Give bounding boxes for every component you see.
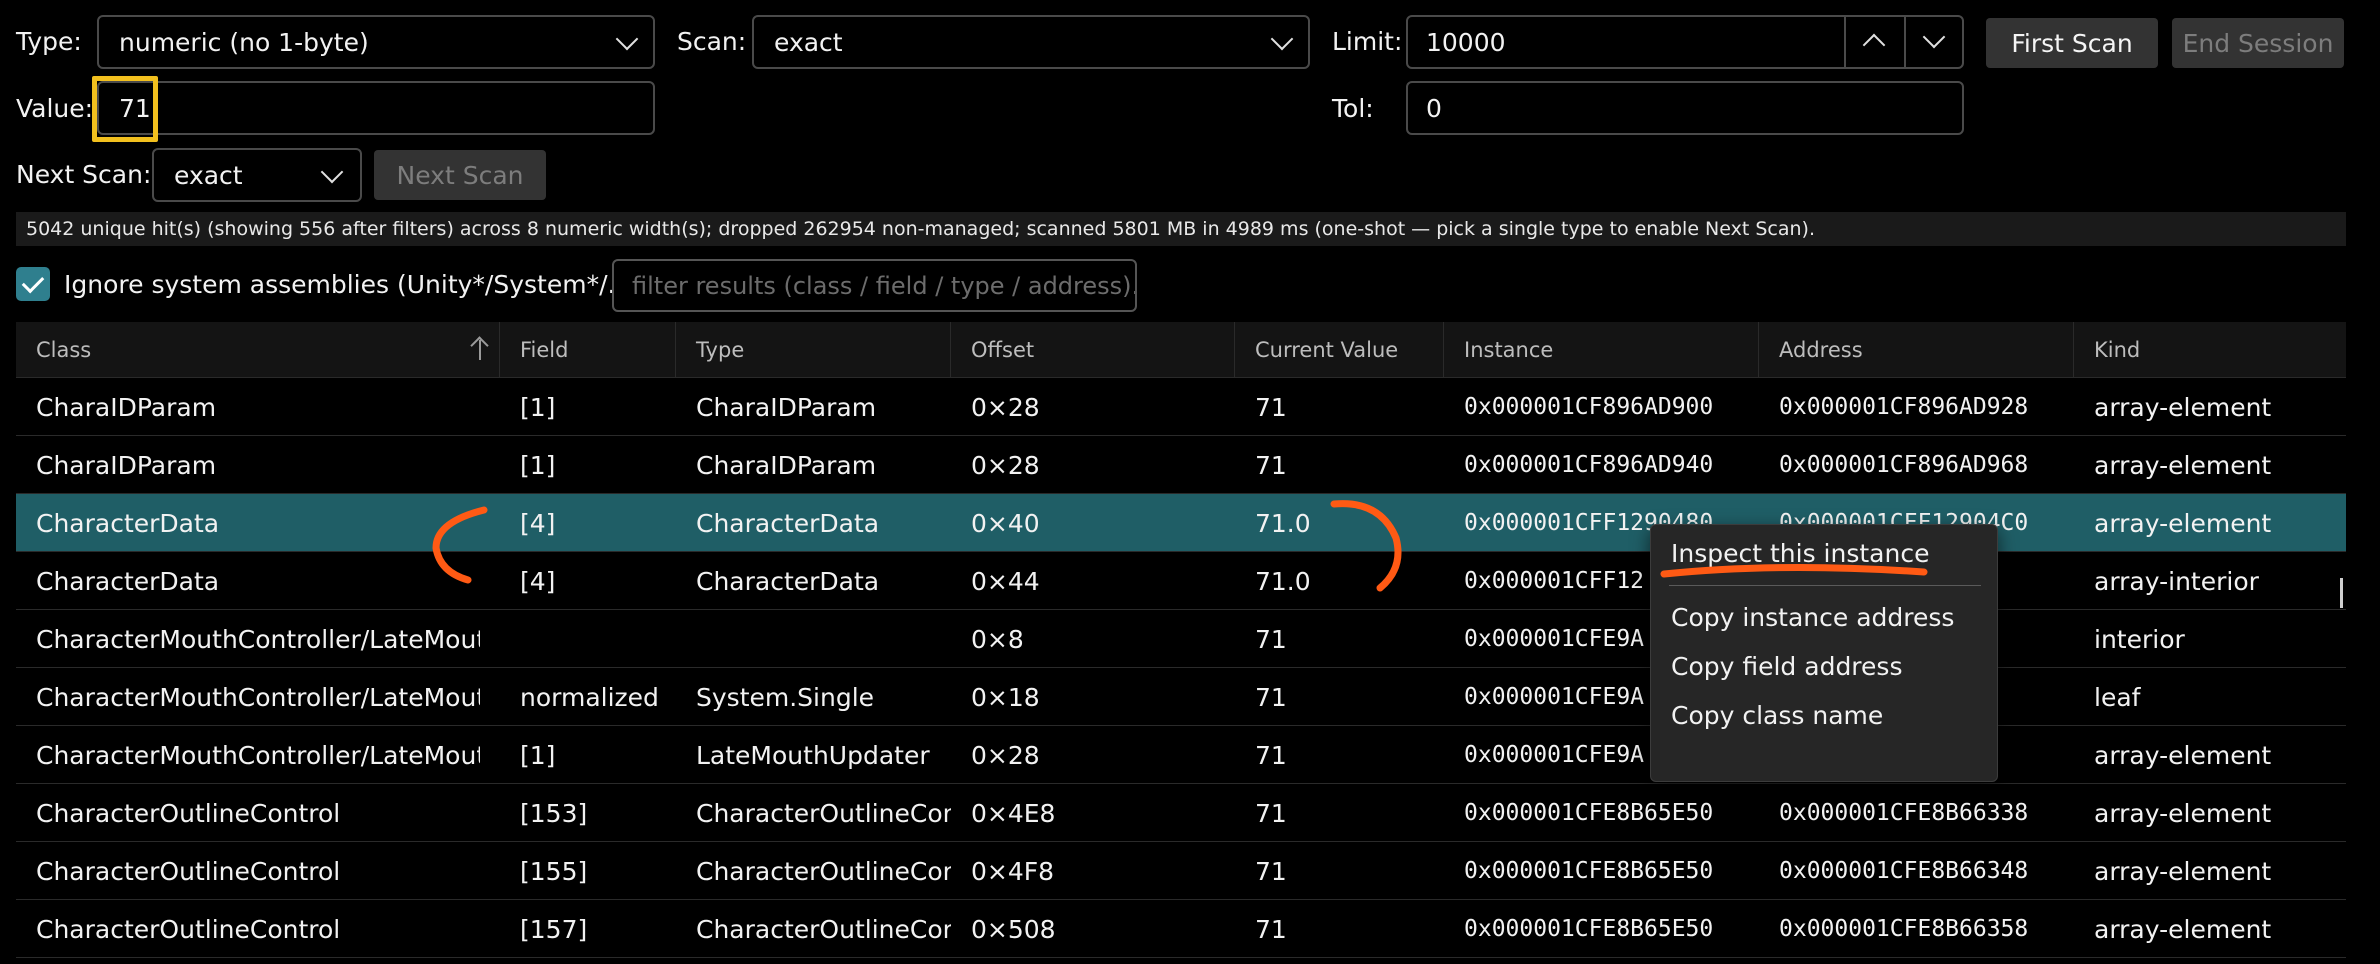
menu-item-copy-class-name[interactable]: Copy class name: [1671, 701, 1883, 730]
menu-item-copy-instance-address[interactable]: Copy instance address: [1671, 603, 1954, 632]
annotation-left-bracket: [432, 506, 488, 584]
menu-item-inspect-instance[interactable]: Inspect this instance: [1671, 539, 1929, 568]
annotation-overlay: [432, 500, 1924, 592]
menu-item-copy-field-address[interactable]: Copy field address: [1671, 652, 1902, 681]
menu-separator: [1669, 585, 1981, 586]
annotation-right-bracket: [1330, 500, 1402, 592]
context-menu: Inspect this instance Copy instance addr…: [1650, 524, 1998, 782]
